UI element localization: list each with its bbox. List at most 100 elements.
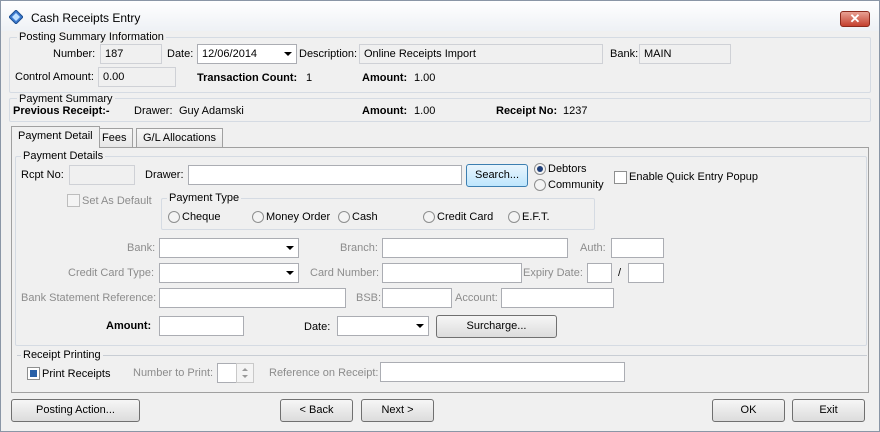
next-button[interactable]: Next >: [361, 399, 434, 422]
expiry-separator: /: [618, 267, 622, 279]
control-amount-field: 0.00: [98, 67, 176, 87]
window-title: Cash Receipts Entry: [31, 11, 141, 25]
money-order-radio[interactable]: [252, 211, 264, 223]
close-icon: ✕: [849, 11, 861, 26]
community-radio[interactable]: [534, 179, 546, 191]
number-field: 187: [100, 44, 162, 64]
posting-summary-title: Posting Summary Information: [17, 31, 166, 43]
amount-label: Amount:: [106, 320, 152, 332]
payment-date-label: Date:: [304, 321, 331, 333]
drawer-input[interactable]: [188, 165, 462, 185]
cash-receipts-window: Cash Receipts Entry ✕ Posting Summary In…: [0, 0, 880, 432]
control-amount-label: Control Amount:: [15, 71, 94, 83]
rcpt-no-field: [69, 165, 135, 185]
rcpt-no-label: Rcpt No:: [21, 169, 64, 181]
set-as-default-label: Set As Default: [82, 195, 152, 207]
payment-type-title: Payment Type: [167, 192, 242, 204]
set-as-default-checkbox[interactable]: [67, 194, 80, 207]
close-button[interactable]: ✕: [840, 11, 870, 27]
exit-button[interactable]: Exit: [792, 399, 865, 422]
app-diamond-icon: [9, 10, 23, 24]
surcharge-button[interactable]: Surcharge...: [436, 315, 557, 338]
cheque-label: Cheque: [182, 211, 221, 223]
description-label: Description:: [299, 48, 358, 60]
transaction-count-value: 1: [306, 72, 313, 84]
ok-button[interactable]: OK: [712, 399, 785, 422]
bank-statement-reference-input[interactable]: [159, 288, 346, 308]
previous-drawer-label: Drawer:: [134, 105, 173, 117]
eft-radio[interactable]: [508, 211, 520, 223]
payment-date-select[interactable]: [337, 316, 429, 336]
chevron-down-icon: [416, 324, 424, 328]
debtors-label: Debtors: [548, 163, 587, 175]
back-button[interactable]: < Back: [280, 399, 353, 422]
cash-radio[interactable]: [338, 211, 350, 223]
credit-card-type-label: Credit Card Type:: [68, 267, 155, 279]
posting-action-button[interactable]: Posting Action...: [11, 399, 140, 422]
auth-input[interactable]: [611, 238, 664, 258]
account-label: Account:: [455, 292, 498, 304]
previous-receipt-label: Previous Receipt:-: [13, 105, 110, 117]
previous-amount-label: Amount:: [362, 105, 408, 117]
expiry-date-label: Expiry Date:: [523, 267, 583, 279]
print-receipts-label: Print Receipts: [42, 368, 111, 380]
card-number-input[interactable]: [382, 263, 522, 283]
spin-down-icon: [242, 375, 248, 378]
number-to-print-label: Number to Print:: [133, 367, 214, 379]
payment-details-title: Payment Details: [21, 150, 106, 162]
number-label: Number:: [53, 48, 96, 60]
enable-quick-entry-checkbox[interactable]: [614, 171, 627, 184]
amount-input[interactable]: [159, 316, 244, 336]
tab-fees-label: Fees: [102, 132, 127, 144]
expiry-year-input[interactable]: [628, 263, 664, 283]
tab-gl-allocations-label: G/L Allocations: [143, 132, 216, 144]
posting-date-field[interactable]: 12/06/2014: [197, 44, 297, 64]
number-to-print-input[interactable]: [217, 363, 237, 383]
spin-up-icon: [242, 368, 248, 371]
posting-date-value: 12/06/2014: [202, 48, 258, 60]
reference-on-receipt-input[interactable]: [380, 362, 625, 382]
summary-amount-value: 1.00: [414, 72, 436, 84]
auth-label: Auth:: [580, 242, 606, 254]
receipt-no-value: 1237: [563, 105, 588, 117]
branch-label: Branch:: [340, 242, 378, 254]
bank-select[interactable]: [159, 238, 299, 258]
credit-card-type-select[interactable]: [159, 263, 299, 283]
tab-payment-detail[interactable]: Payment Detail: [11, 126, 100, 148]
credit-card-label: Credit Card: [437, 211, 494, 223]
summary-amount-label: Amount:: [362, 72, 408, 84]
bank-select-label: Bank:: [127, 242, 156, 254]
cheque-radio[interactable]: [168, 211, 180, 223]
enable-quick-entry-label: Enable Quick Entry Popup: [629, 171, 759, 183]
card-number-label: Card Number:: [310, 267, 380, 279]
payment-summary-title: Payment Summary: [17, 93, 115, 105]
receipt-no-label: Receipt No:: [496, 105, 558, 117]
previous-drawer-value: Guy Adamski: [179, 105, 244, 117]
tab-fees[interactable]: Fees: [95, 128, 134, 148]
print-receipts-checkbox[interactable]: [27, 367, 40, 380]
community-label: Community: [548, 179, 604, 191]
account-input[interactable]: [501, 288, 614, 308]
date-label: Date:: [167, 48, 194, 60]
tab-gl-allocations[interactable]: G/L Allocations: [136, 128, 223, 148]
reference-on-receipt-label: Reference on Receipt:: [269, 367, 379, 379]
branch-input[interactable]: [382, 238, 568, 258]
drawer-label: Drawer:: [145, 169, 184, 181]
receipt-printing-separator: [17, 355, 867, 356]
number-to-print-spinner[interactable]: [236, 363, 254, 383]
bank-field: MAIN: [639, 44, 731, 64]
chevron-down-icon: [284, 52, 292, 56]
chevron-down-icon: [286, 246, 294, 250]
title-bar: Cash Receipts Entry ✕: [1, 1, 879, 31]
bank-statement-reference-label: Bank Statement Reference:: [21, 292, 157, 304]
cash-label: Cash: [352, 211, 378, 223]
transaction-count-label: Transaction Count:: [197, 72, 298, 84]
search-button[interactable]: Search...: [466, 164, 528, 187]
tab-payment-detail-label: Payment Detail: [18, 130, 93, 142]
debtors-radio[interactable]: [534, 163, 546, 175]
credit-card-radio[interactable]: [423, 211, 435, 223]
expiry-month-input[interactable]: [587, 263, 612, 283]
chevron-down-icon: [286, 271, 294, 275]
bsb-input[interactable]: [382, 288, 452, 308]
money-order-label: Money Order: [266, 211, 331, 223]
